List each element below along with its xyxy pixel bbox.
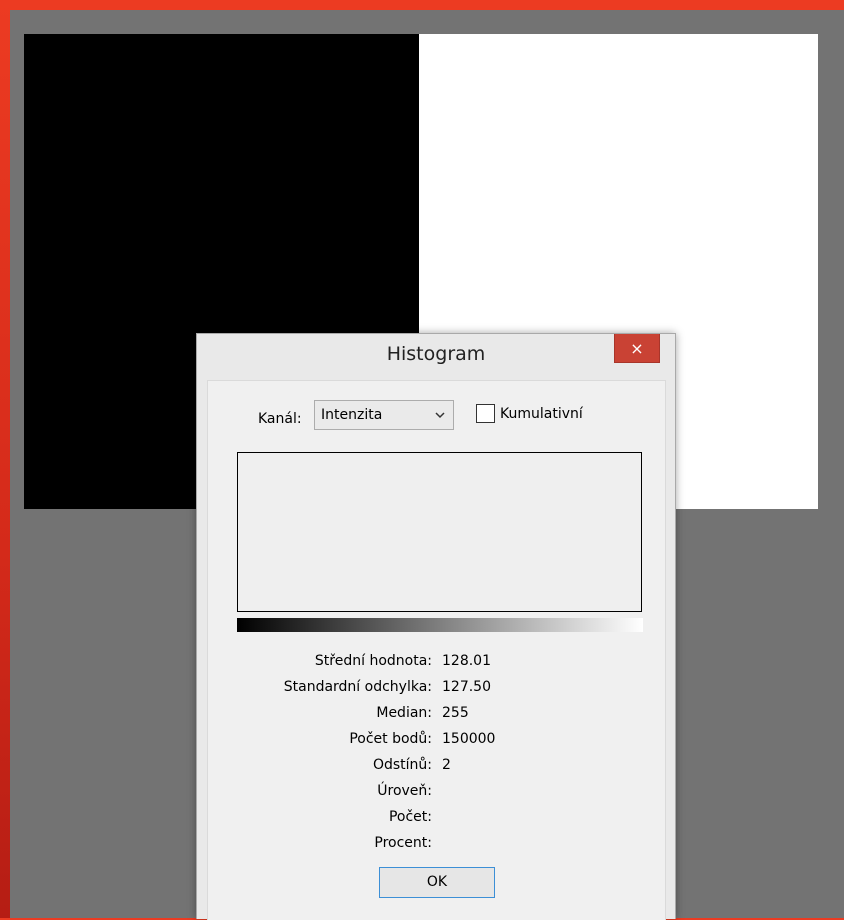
- stat-row-median: Median: 255: [208, 705, 665, 731]
- stat-row-level: Úroveň:: [208, 783, 665, 809]
- stat-label: Standardní odchylka:: [283, 679, 432, 695]
- cumulative-label[interactable]: Kumulativní: [500, 406, 583, 422]
- stat-label: Median:: [376, 705, 432, 721]
- stat-label: Úroveň:: [377, 783, 432, 799]
- stat-row-pixel-count: Počet bodů: 150000: [208, 731, 665, 757]
- histogram-plot-area[interactable]: [237, 452, 642, 612]
- stat-label: Počet:: [388, 809, 432, 825]
- stat-row-shades: Odstínů: 2: [208, 757, 665, 783]
- statistics-list: Střední hodnota: 128.01 Standardní odchy…: [208, 653, 665, 861]
- cumulative-checkbox[interactable]: [476, 404, 495, 423]
- intensity-gradient-bar: [237, 618, 643, 632]
- stat-value: 2: [442, 757, 451, 773]
- dialog-title: Histogram: [386, 343, 486, 365]
- dialog-client-area: Kanál: Intenzita Kumulativní Střední hod…: [207, 380, 666, 920]
- stat-label: Odstínů:: [372, 757, 432, 773]
- ok-button[interactable]: OK: [379, 867, 495, 898]
- close-icon: ×: [630, 339, 644, 358]
- close-button[interactable]: ×: [614, 334, 660, 363]
- channel-label: Kanál:: [258, 411, 302, 427]
- window-frame-left: [0, 0, 10, 918]
- channel-select-value: Intenzita: [321, 407, 383, 423]
- stat-label: Počet bodů:: [349, 731, 432, 747]
- stat-value: 128.01: [442, 653, 491, 669]
- window-frame-top: [0, 0, 844, 10]
- stat-value: 150000: [442, 731, 496, 747]
- stat-row-mean: Střední hodnota: 128.01: [208, 653, 665, 679]
- stat-row-count: Počet:: [208, 809, 665, 835]
- stat-label: Střední hodnota:: [314, 653, 432, 669]
- stat-row-percent: Procent:: [208, 835, 665, 861]
- stat-value: 255: [442, 705, 469, 721]
- stat-row-std-dev: Standardní odchylka: 127.50: [208, 679, 665, 705]
- stat-value: 127.50: [442, 679, 491, 695]
- channel-select[interactable]: Intenzita: [314, 400, 454, 430]
- chevron-down-icon: [435, 412, 445, 419]
- dialog-titlebar[interactable]: Histogram ×: [197, 334, 675, 380]
- histogram-dialog: Histogram × Kanál: Intenzita Kumulativní…: [196, 333, 676, 920]
- stat-label: Procent:: [374, 835, 432, 851]
